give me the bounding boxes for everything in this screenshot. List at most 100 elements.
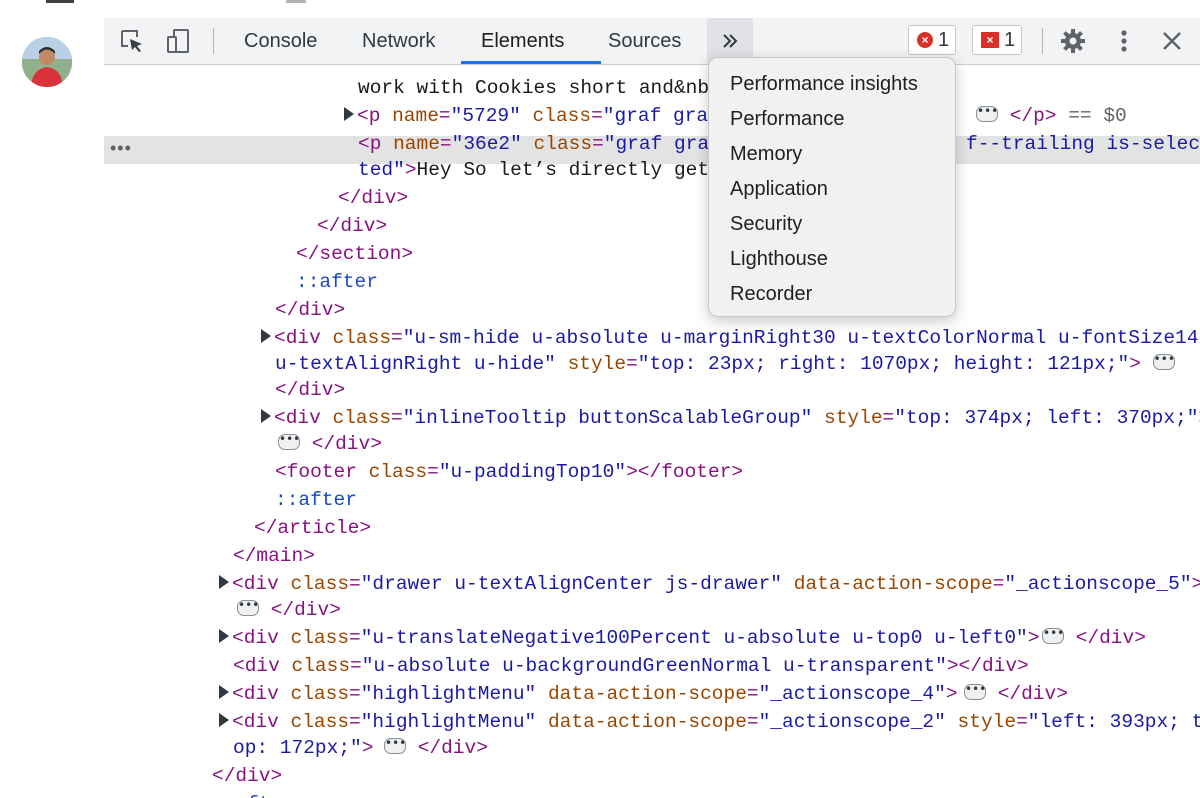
dom-node-line[interactable]: ••• </div> [278,431,382,457]
code-token: "graf gra [603,133,710,155]
code-token: = [438,105,451,127]
code-token: </main> [233,545,315,567]
menu-item-performance-insights[interactable]: Performance insights [730,69,918,99]
collapsed-children-ellipsis-icon[interactable]: ••• [1152,353,1175,370]
dom-node-line[interactable]: <div class="inlineTooltip buttonScalable… [261,405,1200,431]
dom-node-line[interactable]: </div> [212,763,282,789]
dom-node-line-tail[interactable]: ••• </div> [964,681,1068,707]
dom-node-line[interactable]: </div> [275,297,345,323]
expand-triangle-icon[interactable] [261,328,271,343]
menu-item-recorder[interactable]: Recorder [730,279,812,309]
dom-node-line[interactable]: ::after [296,269,378,295]
code-token: "u-translateNegative100Percent u-absolut… [360,627,1028,649]
menu-item-lighthouse[interactable]: Lighthouse [730,244,828,274]
issues-count: 1 [1004,28,1016,51]
dom-node-line[interactable]: </article> [254,515,371,541]
code-token: = [746,711,759,733]
collapsed-children-ellipsis-icon[interactable]: ••• [964,683,986,700]
code-token: = [349,573,361,595]
settings-gear-icon[interactable] [1059,27,1087,55]
dom-node-line[interactable]: ted">Hey So let’s directly get [358,157,709,183]
dom-node-line[interactable]: op: 172px;"> [233,735,373,761]
code-token: class [290,573,350,595]
menu-item-security[interactable]: Security [730,209,802,239]
errors-counter[interactable]: × 1 [908,25,957,55]
menu-item-memory[interactable]: Memory [730,139,802,169]
dom-node-line[interactable]: <p name="36e2" class="graf gra [358,131,709,157]
dom-node-line[interactable]: u-textAlignRight u-hide" style="top: 23p… [275,351,1175,377]
dom-node-line[interactable]: ••• </div> [237,597,341,623]
tab-network[interactable]: Network [362,18,435,64]
code-token: <div [232,683,291,705]
tab-console[interactable]: Console [244,18,317,64]
code-token: work with Cookies short and&nb [358,77,710,99]
error-circle-icon: × [917,32,933,48]
dom-node-line[interactable]: ::after [212,791,294,798]
collapsed-children-ellipsis-icon[interactable]: ••• [384,737,406,754]
inspect-element-icon[interactable] [118,27,146,55]
collapsed-children-ellipsis-icon[interactable]: ••• [237,599,259,616]
dom-node-line-tail[interactable]: f--trailing is-selec [966,131,1200,157]
dom-node-line[interactable]: <div class="u-translateNegative100Percen… [219,625,1039,651]
dom-node-line[interactable]: <div class="highlightMenu" data-action-s… [219,681,958,707]
tab-sources[interactable]: Sources [608,18,681,64]
dom-node-line[interactable]: <div class="drawer u-textAlignCenter js-… [219,571,1200,597]
page-sidebar [0,18,105,798]
collapsed-children-ellipsis-icon[interactable]: ••• [278,433,300,450]
avatar[interactable] [22,37,72,87]
code-token: "36e2" [451,133,522,155]
collapsed-children-ellipsis-icon[interactable]: ••• [1042,627,1064,644]
close-icon[interactable] [1158,27,1186,55]
code-token: <div [233,655,292,677]
dom-node-line[interactable]: <footer class="u-paddingTop10"></footer> [275,459,743,485]
dom-node-line[interactable]: </div> [338,185,408,211]
dom-node-line[interactable]: <p name="5729" class="graf gra [344,103,708,129]
code-token: <div [232,573,291,595]
expand-triangle-icon[interactable] [261,408,271,423]
expand-triangle-icon[interactable] [219,574,229,589]
code-token: = [349,711,361,733]
code-token: = [746,683,759,705]
dom-node-line[interactable]: <div class="u-sm-hide u-absolute u-margi… [261,325,1198,351]
code-token: "_actionscope_2" [758,711,946,733]
code-token: </div> [338,187,409,209]
device-toolbar-icon[interactable] [164,27,192,55]
code-token: <p [357,105,393,127]
expand-triangle-icon[interactable] [219,628,229,643]
dom-node-line[interactable]: work with Cookies short and&nb [358,75,709,101]
code-token: "drawer u-textAlignCenter js-drawer" [360,573,783,595]
code-token: = [592,133,604,155]
dom-node-line[interactable]: <div class="u-absolute u-backgroundGreen… [233,653,1029,679]
code-token: ted" [358,159,405,181]
dom-node-line-tail[interactable]: ••• </div> [1042,625,1146,651]
dom-node-line-tail[interactable]: ••• </div> [384,735,488,761]
expand-triangle-icon[interactable] [344,106,354,121]
code-token: "5729" [450,105,521,127]
issues-counter[interactable]: × 1 [972,25,1023,55]
collapsed-children-ellipsis-icon[interactable]: ••• [976,105,998,122]
menu-item-performance[interactable]: Performance [730,104,845,134]
code-token: "top: 374px; left: 370px;" [894,407,1199,429]
code-token: ::after [275,489,357,511]
row-ellipsis-icon[interactable]: ••• [110,136,132,164]
dom-node-line[interactable]: </div> [317,213,387,239]
menu-item-application[interactable]: Application [730,174,828,204]
code-token: = [350,655,362,677]
dom-node-line[interactable]: ::after [275,487,357,513]
more-options-kebab-icon[interactable] [1110,27,1138,55]
expand-triangle-icon[interactable] [219,712,229,727]
dom-node-line[interactable]: </section> [296,241,413,267]
code-token: data-action-scope [793,573,993,595]
dom-node-line[interactable]: </div> [275,377,345,403]
code-token: style [957,711,1017,733]
dom-node-line[interactable]: <div class="highlightMenu" data-action-s… [219,709,1200,735]
expand-triangle-icon[interactable] [219,684,229,699]
dom-node-line[interactable]: </main> [233,543,315,569]
tab-elements[interactable]: Elements [481,18,564,64]
dom-node-line-tail[interactable]: ••• </p> == $0 [976,103,1127,129]
code-token: "u-paddingTop10" [438,461,627,483]
